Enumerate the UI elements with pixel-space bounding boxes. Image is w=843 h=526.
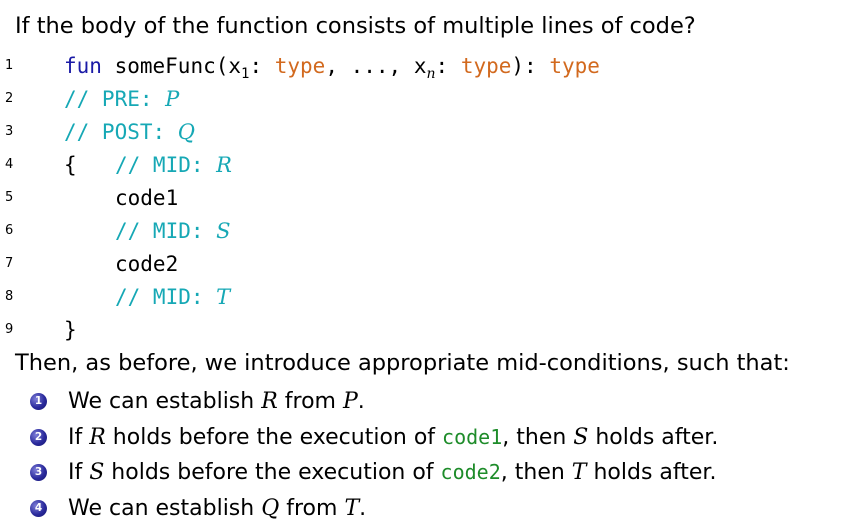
keyword-fun: fun [64, 54, 102, 78]
line-number: 6 [5, 223, 14, 238]
code-line-5: 5 code1 [0, 182, 843, 214]
comment-text: // PRE: [64, 87, 166, 111]
math-var: T [344, 495, 360, 521]
param-type: type [460, 54, 512, 78]
line-number: 9 [5, 322, 14, 337]
text: from [277, 389, 343, 414]
condition-var: S [216, 219, 231, 243]
text: We can establish [68, 495, 262, 521]
code2-statement: code2 [115, 252, 179, 276]
explanation-paragraph: Then, as before, we introduce appropriat… [15, 350, 790, 376]
condition-var: Q [177, 120, 196, 144]
math-var: S [89, 460, 105, 485]
code-line-2: 2 // PRE: P [0, 83, 843, 115]
colon: : [249, 54, 275, 78]
math-var: Q [261, 495, 280, 521]
code-line-9: 9 } [0, 314, 843, 346]
math-var: T [571, 460, 587, 485]
math-var: S [573, 424, 589, 450]
text: If [68, 424, 90, 450]
slide-heading: If the body of the function consists of … [15, 13, 696, 39]
code-line-7: 7 code2 [0, 248, 843, 280]
params-ellipsis: , ..., x [325, 54, 427, 78]
list-item-text: We can establish Q from T. [68, 491, 366, 526]
numbered-bullet-icon: 2 [30, 428, 47, 446]
line-number: 1 [5, 58, 14, 73]
close-paren: ): [511, 54, 550, 78]
numbered-bullet-icon: 1 [30, 393, 47, 410]
code-line-1: 1 fun someFunc(x1: type, ..., xn: type):… [0, 50, 843, 82]
text: holds before the execution of [105, 424, 443, 450]
code-line-4: 4 { // MID: R [0, 149, 843, 181]
subscript: n [426, 66, 436, 83]
line-number: 8 [5, 289, 14, 304]
list-item-text: We can establish R from P. [68, 384, 365, 419]
text: We can establish [68, 389, 262, 414]
line-number: 2 [5, 91, 14, 106]
code1-statement: code1 [115, 186, 179, 210]
text: holds after. [588, 424, 719, 450]
list-item-text: If R holds before the execution of code1… [68, 420, 718, 455]
text: , then [500, 460, 572, 485]
list-item-text: If S holds before the execution of code2… [68, 455, 716, 490]
return-type: type [549, 54, 600, 78]
code-line-8: 8 // MID: T [0, 281, 843, 313]
param-type: type [274, 54, 326, 78]
numbered-bullet-icon: 4 [30, 499, 47, 517]
open-brace: { [64, 153, 77, 177]
condition-var: P [165, 87, 180, 111]
code-line-3: 3 // POST: Q [0, 116, 843, 148]
condition-var: R [216, 153, 232, 177]
text: , then [502, 424, 574, 450]
text: . [357, 389, 365, 414]
line-number: 5 [5, 190, 14, 205]
condition-var: T [216, 285, 231, 309]
mid-comment-s: // MID: S [115, 215, 231, 247]
inline-code: code1 [442, 424, 503, 449]
math-var: R [89, 424, 106, 450]
text: holds before the execution of [104, 460, 441, 485]
math-var: R [261, 389, 278, 414]
pre-comment: // PRE: P [64, 83, 179, 115]
comment-text: // POST: [64, 120, 178, 144]
text: from [279, 495, 345, 521]
numbered-bullet-icon: 3 [30, 464, 47, 481]
post-comment: // POST: Q [64, 116, 195, 148]
line-number: 4 [5, 157, 14, 172]
mid-comment-t: // MID: T [115, 281, 230, 313]
mid-comment-r: // MID: R [115, 149, 232, 181]
close-brace: } [64, 318, 77, 342]
inline-code: code2 [440, 460, 501, 484]
line-number: 3 [5, 124, 14, 139]
text: . [359, 495, 367, 521]
code-line-6: 6 // MID: S [0, 215, 843, 247]
line-number: 7 [5, 256, 14, 271]
comment-text: // MID: [115, 153, 217, 177]
colon: : [435, 54, 461, 78]
function-name: someFunc(x [101, 54, 242, 78]
text: holds after. [586, 460, 717, 485]
math-var: P [342, 389, 358, 414]
text: If [68, 460, 90, 485]
comment-text: // MID: [115, 285, 217, 309]
comment-text: // MID: [115, 219, 217, 243]
